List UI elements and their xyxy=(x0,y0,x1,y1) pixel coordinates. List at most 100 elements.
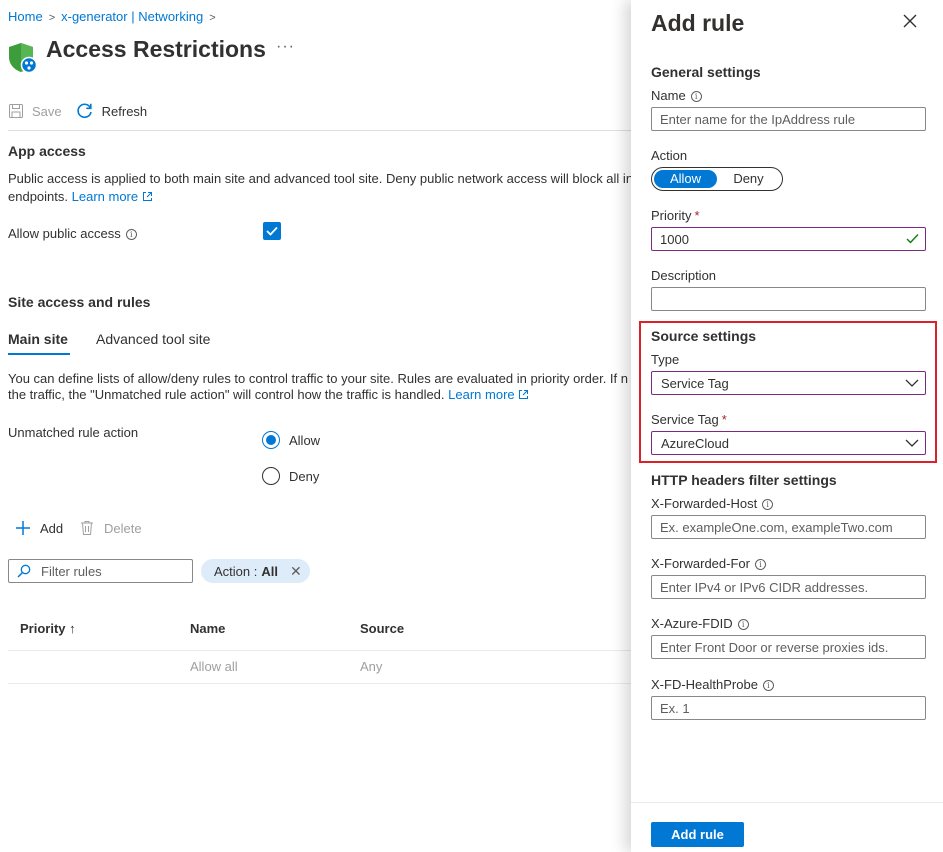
valid-checkmark-icon xyxy=(906,234,919,244)
delete-label: Delete xyxy=(104,520,142,536)
refresh-button[interactable]: Refresh xyxy=(76,102,148,120)
row-name: Allow all xyxy=(190,659,238,674)
action-field-label: Action xyxy=(651,148,688,163)
x-fd-healthprobe-label: X-FD-HealthProbe i xyxy=(651,677,774,692)
add-rule-button[interactable]: Add rule xyxy=(651,822,744,847)
filter-rules-input[interactable] xyxy=(41,563,191,579)
breadcrumb: Home > x-generator | Networking > xyxy=(8,9,222,24)
add-rule-toolbar-button[interactable]: Add xyxy=(15,520,63,536)
refresh-label: Refresh xyxy=(101,103,148,119)
radio-button[interactable] xyxy=(262,467,280,485)
unmatched-allow-radio[interactable]: Allow xyxy=(262,431,320,449)
close-icon[interactable] xyxy=(901,12,919,30)
unmatched-rule-action-label: Unmatched rule action xyxy=(8,425,139,440)
tab-main-site[interactable]: Main site xyxy=(8,331,68,347)
shield-network-icon xyxy=(9,43,38,74)
priority-input[interactable] xyxy=(651,227,926,251)
add-rule-panel: Add rule General settings Namei Action A… xyxy=(631,0,943,852)
x-forwarded-for-label: X-Forwarded-For i xyxy=(651,556,766,571)
unmatched-allow-label: Allow xyxy=(289,432,321,448)
external-link-icon xyxy=(519,390,529,399)
priority-field-label: Priority * xyxy=(651,208,700,223)
allow-public-access-checkbox[interactable] xyxy=(263,222,281,240)
action-allow-option[interactable]: Allow xyxy=(654,170,717,188)
checkmark-icon xyxy=(266,226,278,236)
unmatched-deny-label: Deny xyxy=(289,468,320,484)
app-access-description-line2: endpoints. Learn more xyxy=(8,188,153,206)
close-icon[interactable]: ✕ xyxy=(290,563,302,580)
info-icon[interactable]: i xyxy=(762,680,774,692)
chevron-down-icon xyxy=(905,379,919,387)
info-icon[interactable]: i xyxy=(762,499,774,511)
info-icon[interactable]: i xyxy=(690,91,702,103)
allow-public-access-label: Allow public access i xyxy=(8,225,137,243)
site-access-title: Site access and rules xyxy=(8,294,151,310)
service-tag-field-label: Service Tag * xyxy=(651,412,727,427)
more-options-button[interactable]: ··· xyxy=(276,38,295,56)
x-forwarded-host-label: X-Forwarded-Host i xyxy=(651,496,774,511)
description-field-label: Description xyxy=(651,268,717,283)
info-icon[interactable]: i xyxy=(737,619,749,631)
type-select[interactable]: Service Tag xyxy=(651,371,926,395)
source-settings-title: Source settings xyxy=(651,328,757,344)
x-azure-fdid-input[interactable] xyxy=(651,635,926,659)
site-rules-description-end: the traffic, the "Unmatched rule action"… xyxy=(8,387,445,402)
column-header-name[interactable]: Name xyxy=(190,621,225,636)
panel-footer-divider xyxy=(631,802,943,803)
general-settings-title: General settings xyxy=(651,64,761,80)
toolbar: Save Refresh xyxy=(8,100,161,122)
breadcrumb-networking[interactable]: x-generator | Networking xyxy=(61,9,203,24)
external-link-icon xyxy=(142,192,152,201)
x-fd-healthprobe-input[interactable] xyxy=(651,696,926,720)
column-header-priority[interactable]: Priority ↑ xyxy=(20,621,76,636)
save-icon xyxy=(9,104,23,118)
service-tag-select[interactable]: AzureCloud xyxy=(651,431,926,455)
http-headers-title: HTTP headers filter settings xyxy=(651,472,837,488)
save-button[interactable]: Save xyxy=(8,103,62,119)
radio-button[interactable] xyxy=(262,431,280,449)
app-access-learn-more-link[interactable]: Learn more xyxy=(72,189,153,204)
info-icon[interactable]: i xyxy=(754,559,766,571)
action-deny-option[interactable]: Deny xyxy=(717,170,780,188)
column-header-source[interactable]: Source xyxy=(360,621,404,636)
description-input[interactable] xyxy=(651,287,926,311)
action-filter-pill[interactable]: Action : All ✕ xyxy=(201,559,310,583)
refresh-icon xyxy=(77,103,92,119)
chevron-right-icon: > xyxy=(48,12,56,24)
table-row-divider xyxy=(8,683,632,684)
name-field-label: Name i xyxy=(651,88,702,103)
type-field-label: Type xyxy=(651,352,680,367)
x-forwarded-host-input[interactable] xyxy=(651,515,926,539)
type-select-value: Service Tag xyxy=(661,375,729,391)
action-filter-value: All xyxy=(261,563,278,579)
add-label: Add xyxy=(40,520,64,536)
x-azure-fdid-label: X-Azure-FDID i xyxy=(651,616,749,631)
table-header-divider xyxy=(8,650,632,651)
save-label: Save xyxy=(32,103,62,119)
delete-button[interactable]: Delete xyxy=(80,520,142,536)
site-rules-learn-more-link[interactable]: Learn more xyxy=(448,387,529,402)
toolbar-divider xyxy=(8,130,632,131)
action-filter-prefix: Action : xyxy=(214,563,258,579)
chevron-down-icon xyxy=(905,439,919,447)
chevron-right-icon: > xyxy=(209,12,216,24)
action-toggle[interactable]: Allow Deny xyxy=(651,167,783,191)
tab-advanced-tool-site[interactable]: Advanced tool site xyxy=(96,331,210,347)
app-access-title: App access xyxy=(8,143,86,159)
trash-icon xyxy=(81,521,93,535)
unmatched-deny-radio[interactable]: Deny xyxy=(262,467,319,485)
panel-title: Add rule xyxy=(651,10,745,36)
service-tag-select-value: AzureCloud xyxy=(661,435,729,451)
app-access-description-end: endpoints. xyxy=(8,189,68,204)
row-source: Any xyxy=(360,659,383,674)
app-access-description: Public access is applied to both main si… xyxy=(8,171,640,186)
info-icon[interactable]: i xyxy=(125,229,137,241)
page-title: Access Restrictions xyxy=(46,36,266,62)
site-rules-description-line2: the traffic, the "Unmatched rule action"… xyxy=(8,386,529,404)
name-input[interactable] xyxy=(651,107,926,131)
breadcrumb-home[interactable]: Home xyxy=(8,9,43,24)
x-forwarded-for-input[interactable] xyxy=(651,575,926,599)
filter-rules-input-box[interactable] xyxy=(8,559,193,583)
search-icon xyxy=(17,564,31,578)
plus-icon xyxy=(16,521,30,535)
